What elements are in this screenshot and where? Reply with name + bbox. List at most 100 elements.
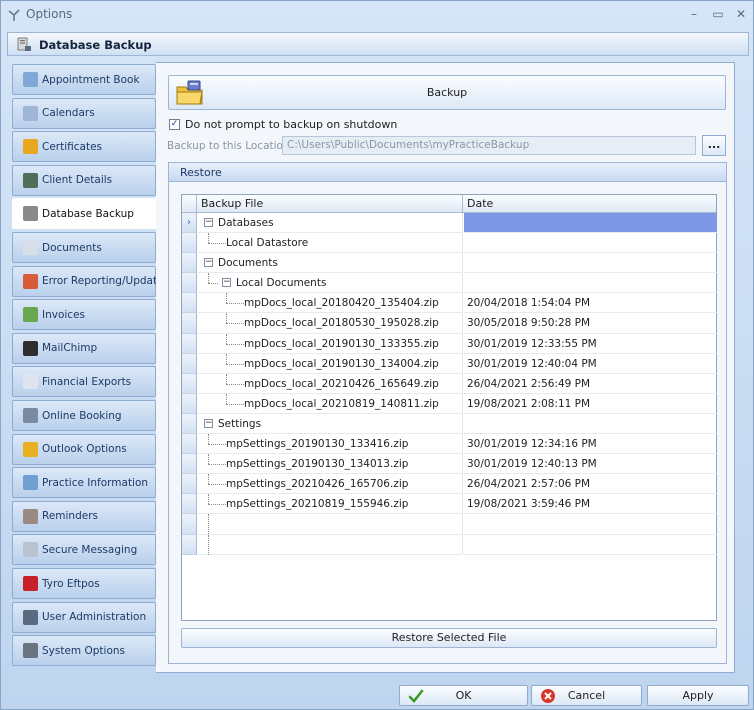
sidebar-item-secure-messaging[interactable]: Secure Messaging: [12, 534, 156, 566]
backup-file-cell[interactable]: − Settings: [198, 413, 463, 435]
sidebar-item-financial-exports[interactable]: Financial Exports: [12, 366, 156, 398]
row-indicator[interactable]: [182, 474, 197, 495]
date-cell[interactable]: [464, 535, 717, 555]
row-indicator[interactable]: [182, 413, 197, 435]
table-row[interactable]: mpDocs_local_20180420_135404.zip 20/04/20…: [182, 293, 717, 314]
apply-button[interactable]: Apply: [647, 685, 749, 706]
collapse-icon[interactable]: −: [204, 218, 213, 227]
row-indicator[interactable]: [182, 534, 197, 555]
date-cell[interactable]: [464, 233, 717, 254]
sidebar-item-database-backup[interactable]: Database Backup: [12, 198, 158, 230]
sidebar-item-online-booking[interactable]: Online Booking: [12, 400, 156, 431]
restore-selected-file-button[interactable]: Restore Selected File: [181, 628, 717, 648]
row-indicator[interactable]: [182, 393, 197, 414]
collapse-icon[interactable]: −: [222, 278, 231, 288]
backup-file-cell[interactable]: mpDocs_local_20190130_133355.zip: [198, 333, 463, 354]
date-cell[interactable]: 30/01/2019 12:34:16 PM: [464, 434, 717, 455]
row-indicator[interactable]: [182, 373, 197, 394]
backup-file-cell[interactable]: mpDocs_local_20210426_165649.zip: [198, 373, 463, 394]
row-indicator[interactable]: [182, 353, 197, 374]
backup-file-cell[interactable]: mpSettings_20190130_134013.zip: [198, 454, 463, 475]
row-indicator[interactable]: [182, 313, 197, 334]
date-cell[interactable]: 30/01/2019 12:40:04 PM: [464, 354, 717, 374]
maximize-button[interactable]: ▭: [709, 6, 727, 22]
table-row[interactable]: mpDocs_local_20210819_140811.zip 19/08/20…: [182, 393, 717, 414]
sidebar-item-documents[interactable]: Documents: [12, 232, 156, 263]
row-indicator[interactable]: [182, 333, 197, 354]
backup-file-cell[interactable]: mpDocs_local_20180530_195028.zip: [198, 313, 463, 334]
date-cell[interactable]: 30/05/2018 9:50:28 PM: [464, 313, 717, 334]
ok-button[interactable]: OK: [399, 685, 528, 706]
sidebar-item-tyro-eftpos[interactable]: Tyro Eftpos: [12, 568, 156, 599]
column-header-backup-file[interactable]: Backup File: [198, 195, 463, 213]
backup-file-cell[interactable]: mpSettings_20190130_133416.zip: [198, 434, 463, 455]
backup-tree-grid[interactable]: Backup File Date › − Databases Local Datast…: [181, 194, 717, 621]
row-indicator[interactable]: ›: [182, 213, 197, 234]
minimize-button[interactable]: –: [685, 6, 703, 22]
backup-button[interactable]: Backup: [168, 75, 726, 110]
date-cell[interactable]: [464, 414, 717, 435]
row-indicator[interactable]: [182, 293, 197, 314]
table-row[interactable]: mpSettings_20190130_134013.zip 30/01/2019…: [182, 454, 717, 475]
date-cell[interactable]: [464, 253, 717, 274]
row-indicator[interactable]: [182, 273, 197, 294]
table-row[interactable]: mpDocs_local_20180530_195028.zip 30/05/20…: [182, 313, 717, 334]
table-row[interactable]: › − Databases: [182, 213, 717, 234]
table-row[interactable]: − Documents: [182, 253, 717, 274]
table-row[interactable]: [182, 534, 717, 555]
date-cell[interactable]: 19/08/2021 3:59:46 PM: [464, 494, 717, 515]
sidebar-item-appointment-book[interactable]: Appointment Book: [12, 64, 156, 95]
table-row[interactable]: − Settings: [182, 413, 717, 435]
date-cell[interactable]: 19/08/2021 2:08:11 PM: [464, 394, 717, 414]
row-indicator[interactable]: [182, 514, 197, 535]
date-cell[interactable]: 26/04/2021 2:56:49 PM: [464, 374, 717, 394]
backup-file-cell[interactable]: − Local Documents: [198, 273, 463, 294]
collapse-icon[interactable]: −: [204, 418, 213, 428]
table-row[interactable]: mpDocs_local_20210426_165649.zip 26/04/20…: [182, 373, 717, 394]
table-row[interactable]: mpSettings_20210819_155946.zip 19/08/2021…: [182, 494, 717, 515]
table-row[interactable]: mpSettings_20190130_133416.zip 30/01/2019…: [182, 434, 717, 455]
backup-file-cell[interactable]: mpDocs_local_20190130_134004.zip: [198, 353, 463, 374]
date-cell[interactable]: 30/01/2019 12:40:13 PM: [464, 454, 717, 475]
date-cell[interactable]: 26/04/2021 2:57:06 PM: [464, 474, 717, 495]
table-row[interactable]: mpDocs_local_20190130_134004.zip 30/01/20…: [182, 353, 717, 374]
row-indicator[interactable]: [182, 454, 197, 475]
row-indicator[interactable]: [182, 434, 197, 455]
sidebar-item-system-options[interactable]: System Options: [12, 635, 156, 667]
date-cell[interactable]: 20/04/2018 1:54:04 PM: [464, 293, 717, 314]
close-button[interactable]: ✕: [732, 6, 750, 22]
backup-file-cell[interactable]: Local Datastore: [198, 233, 463, 254]
sidebar-item-practice-information[interactable]: Practice Information: [12, 467, 156, 499]
table-row[interactable]: [182, 514, 717, 535]
collapse-icon[interactable]: −: [204, 258, 213, 268]
table-row[interactable]: Local Datastore: [182, 233, 717, 254]
backup-file-cell[interactable]: mpSettings_20210819_155946.zip: [198, 494, 463, 515]
backup-file-cell[interactable]: mpSettings_20210426_165706.zip: [198, 474, 463, 495]
sidebar-item-calendars[interactable]: Calendars: [12, 97, 156, 129]
backup-file-cell[interactable]: mpDocs_local_20180420_135404.zip: [198, 293, 463, 314]
no-prompt-checkbox-row[interactable]: ✓ Do not prompt to backup on shutdown: [169, 118, 397, 131]
browse-button[interactable]: ...: [702, 135, 726, 156]
sidebar-item-error-reporting-updates[interactable]: Error Reporting/Updates: [12, 265, 169, 297]
sidebar-item-mailchimp[interactable]: MailChimp: [12, 332, 156, 364]
row-indicator[interactable]: [182, 233, 197, 254]
sidebar-item-outlook-options[interactable]: Outlook Options: [12, 433, 156, 465]
backup-file-cell[interactable]: − Documents: [198, 253, 463, 274]
sidebar-item-certificates[interactable]: Certificates: [12, 131, 156, 163]
table-row[interactable]: mpDocs_local_20190130_133355.zip 30/01/20…: [182, 333, 717, 354]
sidebar-item-reminders[interactable]: Reminders: [12, 500, 156, 532]
backup-file-cell[interactable]: [198, 534, 463, 555]
sidebar-item-client-details[interactable]: Client Details: [12, 164, 156, 196]
sidebar-item-user-administration[interactable]: User Administration: [12, 601, 156, 633]
backup-file-cell[interactable]: mpDocs_local_20210819_140811.zip: [198, 393, 463, 414]
backup-file-cell[interactable]: − Databases: [198, 213, 463, 234]
date-cell[interactable]: [464, 514, 717, 535]
table-row[interactable]: mpSettings_20210426_165706.zip 26/04/2021…: [182, 474, 717, 495]
backup-location-input[interactable]: C:\Users\Public\Documents\myPracticeBack…: [282, 136, 696, 155]
date-cell[interactable]: 30/01/2019 12:33:55 PM: [464, 334, 717, 354]
column-header-date[interactable]: Date: [464, 195, 717, 213]
cancel-button[interactable]: Cancel: [531, 685, 642, 706]
date-cell[interactable]: [464, 213, 717, 234]
row-indicator[interactable]: [182, 253, 197, 274]
date-cell[interactable]: [464, 273, 717, 294]
